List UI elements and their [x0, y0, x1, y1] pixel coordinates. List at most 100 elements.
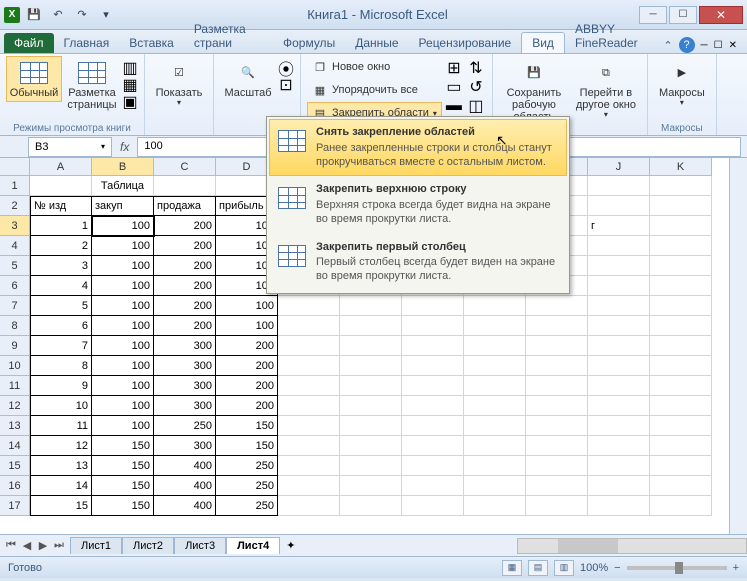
cell[interactable]: 200 [216, 336, 278, 356]
row-header-8[interactable]: 8 [0, 316, 30, 336]
cell[interactable]: 200 [216, 356, 278, 376]
cell[interactable]: 12 [30, 436, 92, 456]
zoom-out-icon[interactable]: − [614, 562, 620, 574]
cell[interactable]: 250 [154, 416, 216, 436]
fx-icon[interactable]: fx [112, 140, 137, 154]
zoom-button[interactable]: 🔍 Масштаб [220, 56, 276, 102]
custom-view-icon[interactable]: ▦ [122, 77, 138, 93]
row-header-4[interactable]: 4 [0, 236, 30, 256]
cell[interactable]: 400 [154, 476, 216, 496]
cell[interactable]: 5 [30, 296, 92, 316]
cell[interactable] [588, 376, 650, 396]
cell[interactable]: 250 [216, 476, 278, 496]
row-header-14[interactable]: 14 [0, 436, 30, 456]
cell[interactable]: 3 [30, 256, 92, 276]
row-header-15[interactable]: 15 [0, 456, 30, 476]
cell[interactable] [526, 356, 588, 376]
cell[interactable] [650, 436, 712, 456]
cell[interactable] [526, 456, 588, 476]
sheet-tab-2[interactable]: Лист2 [122, 537, 174, 554]
cell[interactable] [278, 416, 340, 436]
cell[interactable]: 9 [30, 376, 92, 396]
cell[interactable]: 150 [216, 436, 278, 456]
cell[interactable]: 100 [92, 256, 154, 276]
cell[interactable]: 100 [92, 376, 154, 396]
cell[interactable] [588, 496, 650, 516]
row-header-16[interactable]: 16 [0, 476, 30, 496]
cell[interactable] [154, 176, 216, 196]
cell[interactable]: 100 [92, 416, 154, 436]
cell[interactable] [650, 316, 712, 336]
pagebreak-icon[interactable]: ▥ [122, 60, 138, 76]
qat-redo-icon[interactable]: ↷ [72, 5, 92, 25]
cell[interactable] [588, 396, 650, 416]
cell[interactable] [464, 356, 526, 376]
view-break-icon[interactable]: ▥ [554, 560, 574, 576]
cell[interactable] [464, 496, 526, 516]
cell[interactable]: г [588, 216, 650, 236]
cell[interactable]: 100 [92, 216, 154, 236]
doc-restore-icon[interactable]: ☐ [714, 40, 723, 51]
cell[interactable] [402, 316, 464, 336]
cell[interactable] [526, 336, 588, 356]
hide-icon[interactable]: ▭ [446, 79, 462, 95]
cell[interactable]: 100 [92, 276, 154, 296]
zoom-in-icon[interactable]: + [733, 562, 739, 574]
cell[interactable] [650, 376, 712, 396]
cell[interactable]: 200 [154, 216, 216, 236]
cell[interactable] [464, 396, 526, 416]
cell[interactable]: 100 [92, 296, 154, 316]
row-header-9[interactable]: 9 [0, 336, 30, 356]
cell[interactable] [402, 336, 464, 356]
zoom-slider[interactable] [627, 566, 727, 570]
sheet-tab-3[interactable]: Лист3 [174, 537, 226, 554]
cell[interactable] [650, 256, 712, 276]
cell[interactable]: 100 [216, 316, 278, 336]
cell[interactable]: 150 [92, 436, 154, 456]
cell[interactable] [340, 396, 402, 416]
show-button[interactable]: ☑ Показать ▾ [151, 56, 207, 111]
cell[interactable] [588, 336, 650, 356]
cell[interactable]: 200 [154, 296, 216, 316]
cell[interactable] [526, 316, 588, 336]
cell[interactable] [278, 456, 340, 476]
cell[interactable]: 200 [216, 396, 278, 416]
row-header-17[interactable]: 17 [0, 496, 30, 516]
qat-save-icon[interactable]: 💾 [24, 5, 44, 25]
qat-undo-icon[interactable]: ↶ [48, 5, 68, 25]
select-all-corner[interactable] [0, 158, 30, 176]
col-header-A[interactable]: A [30, 158, 92, 176]
cell[interactable]: продажа [154, 196, 216, 216]
cell[interactable] [464, 476, 526, 496]
cell[interactable] [402, 296, 464, 316]
cell[interactable] [340, 376, 402, 396]
cell[interactable]: 150 [92, 456, 154, 476]
row-header-12[interactable]: 12 [0, 396, 30, 416]
unfreeze-panes-item[interactable]: Снять закрепление областей Ранее закрепл… [269, 119, 567, 176]
ribbon-min-icon[interactable]: ⌃ [663, 39, 672, 52]
col-header-B[interactable]: B [92, 158, 154, 176]
row-header-13[interactable]: 13 [0, 416, 30, 436]
cell[interactable] [650, 276, 712, 296]
row-header-11[interactable]: 11 [0, 376, 30, 396]
tab-abbyy[interactable]: ABBYY FineReader [565, 19, 663, 53]
cell[interactable] [402, 416, 464, 436]
cell[interactable]: 150 [92, 496, 154, 516]
cell[interactable] [588, 356, 650, 376]
cell[interactable] [650, 416, 712, 436]
cell[interactable]: 400 [154, 496, 216, 516]
cell[interactable]: 300 [154, 396, 216, 416]
cell[interactable] [340, 476, 402, 496]
cell[interactable]: 200 [154, 316, 216, 336]
cell[interactable] [650, 476, 712, 496]
new-window-button[interactable]: ❐Новое окно [307, 56, 442, 78]
unhide-icon[interactable]: ▬ [446, 98, 462, 114]
split-icon[interactable]: ⊞ [446, 60, 462, 76]
tab-home[interactable]: Главная [54, 33, 120, 53]
cell[interactable] [588, 296, 650, 316]
cell[interactable] [340, 496, 402, 516]
cell[interactable] [464, 296, 526, 316]
doc-min-icon[interactable]: ─ [701, 40, 708, 51]
tab-formulas[interactable]: Формулы [273, 33, 345, 53]
cell[interactable] [650, 336, 712, 356]
